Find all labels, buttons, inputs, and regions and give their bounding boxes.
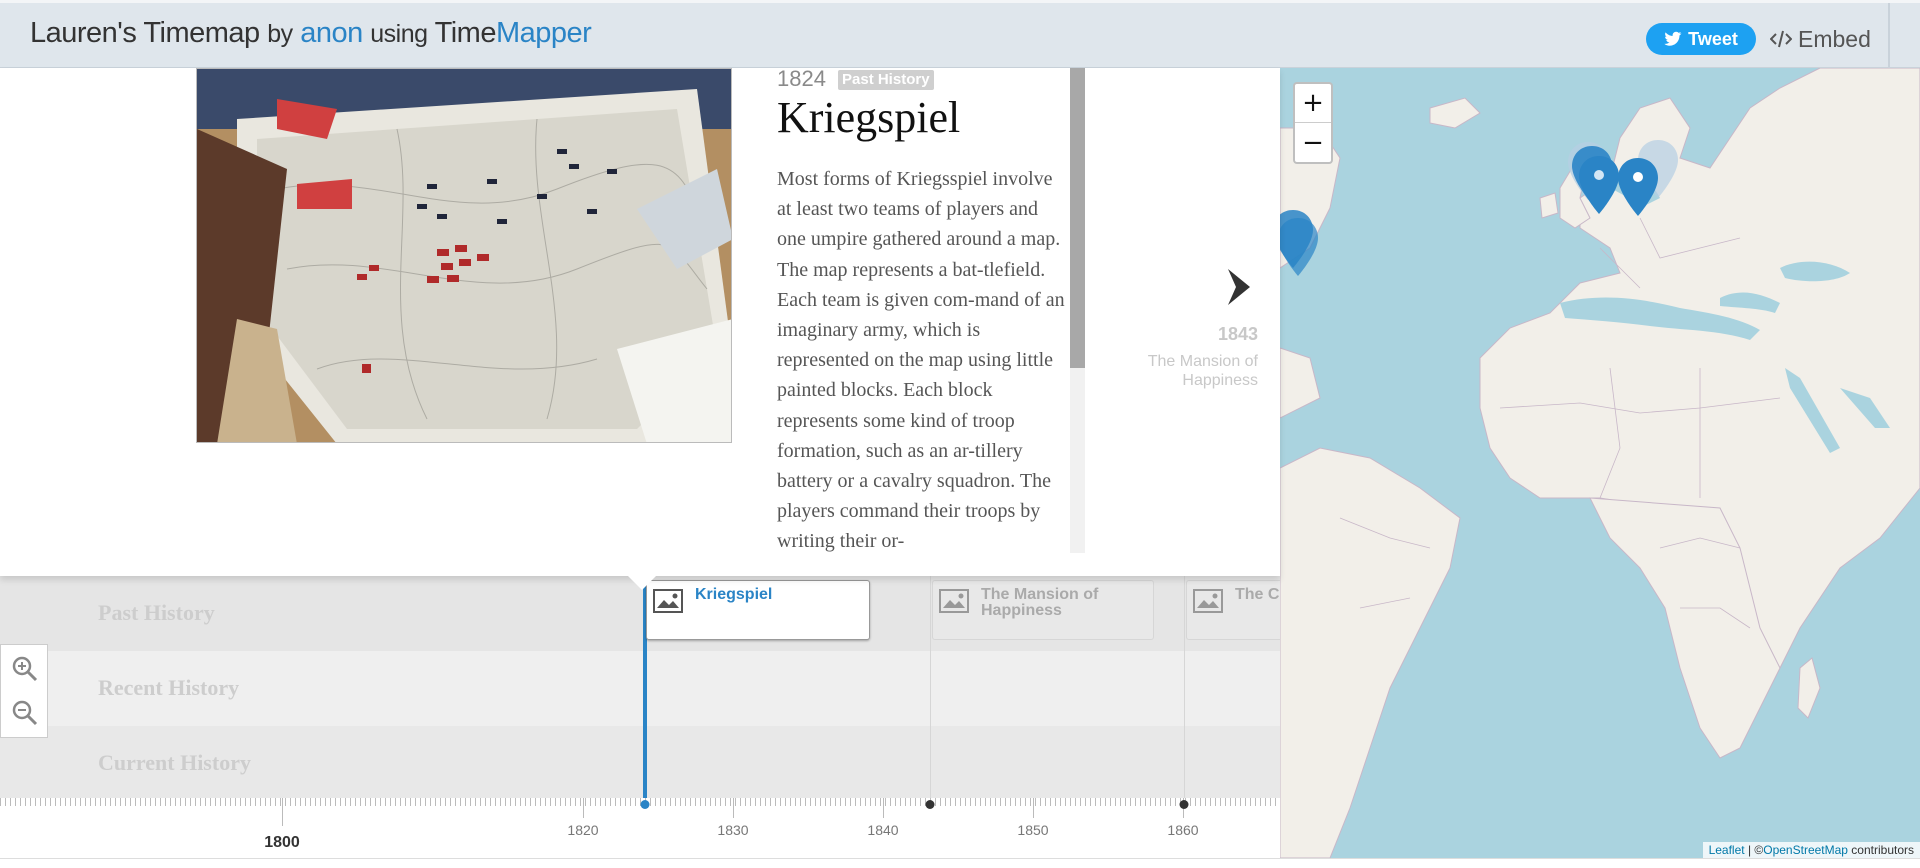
attribution-separator: | ©	[1744, 843, 1764, 857]
story-category-badge: Past History	[838, 70, 934, 90]
axis-label: 1800	[264, 834, 300, 851]
by-text: by	[267, 20, 293, 48]
map-zoom-in-button[interactable]: +	[1295, 84, 1331, 123]
map-view[interactable]: + − Leaflet | ©OpenStreetMap contributor…	[1280, 68, 1920, 858]
timeline-event-mansion-of-happiness[interactable]: The Mansion of Happiness	[932, 580, 1154, 640]
twitter-bird-icon	[1664, 31, 1682, 46]
timeline-zoom-controls	[0, 644, 48, 738]
axis-label: 1820	[567, 822, 599, 838]
event-title: The Mansion of Happiness	[981, 586, 1099, 619]
world-map-tiles	[1280, 68, 1920, 858]
attribution-tail: contributors	[1847, 843, 1914, 857]
axis-tick	[883, 798, 884, 818]
app-name-link[interactable]: TimeMapper	[435, 17, 592, 49]
app-name-part-time: Time	[434, 17, 497, 49]
axis-major-tick	[282, 798, 283, 826]
story-scrollbar-thumb[interactable]	[1070, 68, 1085, 368]
story-description: Most forms of Kriegsspiel involve at lea…	[777, 168, 1065, 553]
map-zoom-controls: + −	[1293, 82, 1333, 164]
axis-event-dot[interactable]	[640, 800, 650, 809]
axis-tick	[733, 798, 734, 818]
band-recent-history: Recent History	[0, 651, 1280, 726]
event-title: The Checkered Game of Life	[1235, 586, 1280, 603]
page-bottom-strip	[0, 858, 1920, 868]
event-line	[930, 576, 931, 806]
story-pointer	[628, 576, 656, 590]
timeline-axis[interactable]: 1800 1820 1830 1840 1850 1860	[0, 798, 1280, 862]
code-icon	[1770, 30, 1792, 48]
event-line	[1184, 576, 1185, 806]
map-attribution: Leaflet | ©OpenStreetMap contributors	[1702, 842, 1920, 858]
timeline[interactable]: Past History Recent History Current Hist…	[0, 576, 1280, 862]
band-label: Current History	[98, 750, 251, 775]
using-text: using	[370, 20, 428, 48]
next-event-year[interactable]: 1843	[1100, 324, 1258, 345]
author-link[interactable]: anon	[300, 17, 363, 49]
app-header: Lauren's Timemap by anon using TimeMappe…	[0, 0, 1920, 71]
timemap-title: Lauren's Timemap	[30, 17, 260, 49]
next-event-title[interactable]: The Mansion of Happiness	[1100, 352, 1258, 390]
axis-label: 1830	[717, 822, 749, 838]
leaflet-link[interactable]: Leaflet	[1709, 843, 1745, 857]
timeline-event-kriegspiel[interactable]: Kriegspiel	[646, 580, 870, 640]
header-divider	[1888, 3, 1890, 71]
timeline-event-checkered-game-of-life[interactable]: The Checkered Game of Life	[1186, 580, 1280, 640]
next-event-arrow-icon[interactable]	[1222, 263, 1258, 311]
axis-event-dot[interactable]	[1179, 800, 1189, 809]
image-icon	[939, 589, 969, 613]
image-icon	[653, 589, 683, 613]
story-panel: 1824 Past History Kriegspiel Most forms …	[0, 66, 1280, 576]
band-label: Past History	[98, 600, 215, 625]
map-zoom-out-button[interactable]: −	[1295, 123, 1331, 162]
axis-label: 1860	[1167, 822, 1199, 838]
tweet-button[interactable]: Tweet	[1646, 23, 1756, 55]
osm-link[interactable]: OpenStreetMap	[1763, 843, 1848, 857]
axis-tick	[1033, 798, 1034, 818]
image-icon	[1193, 589, 1223, 613]
band-current-history: Current History	[0, 726, 1280, 801]
axis-event-dot[interactable]	[925, 800, 935, 809]
event-photo	[196, 68, 732, 443]
band-label: Recent History	[98, 675, 240, 700]
zoom-out-icon[interactable]	[11, 699, 39, 727]
tweet-label: Tweet	[1688, 28, 1738, 49]
axis-label: 1840	[867, 822, 899, 838]
brand-title: Lauren's Timemap by anon using TimeMappe…	[30, 17, 592, 50]
story-title: Kriegspiel	[777, 93, 961, 142]
story-year: 1824	[777, 66, 826, 91]
embed-label: Embed	[1798, 25, 1871, 52]
axis-label: 1850	[1017, 822, 1049, 838]
zoom-in-icon[interactable]	[11, 655, 39, 683]
app-name-part-mapper: Mapper	[495, 17, 592, 49]
event-title: Kriegspiel	[695, 586, 773, 603]
embed-button[interactable]: Embed	[1770, 23, 1871, 55]
axis-tick	[583, 798, 584, 818]
